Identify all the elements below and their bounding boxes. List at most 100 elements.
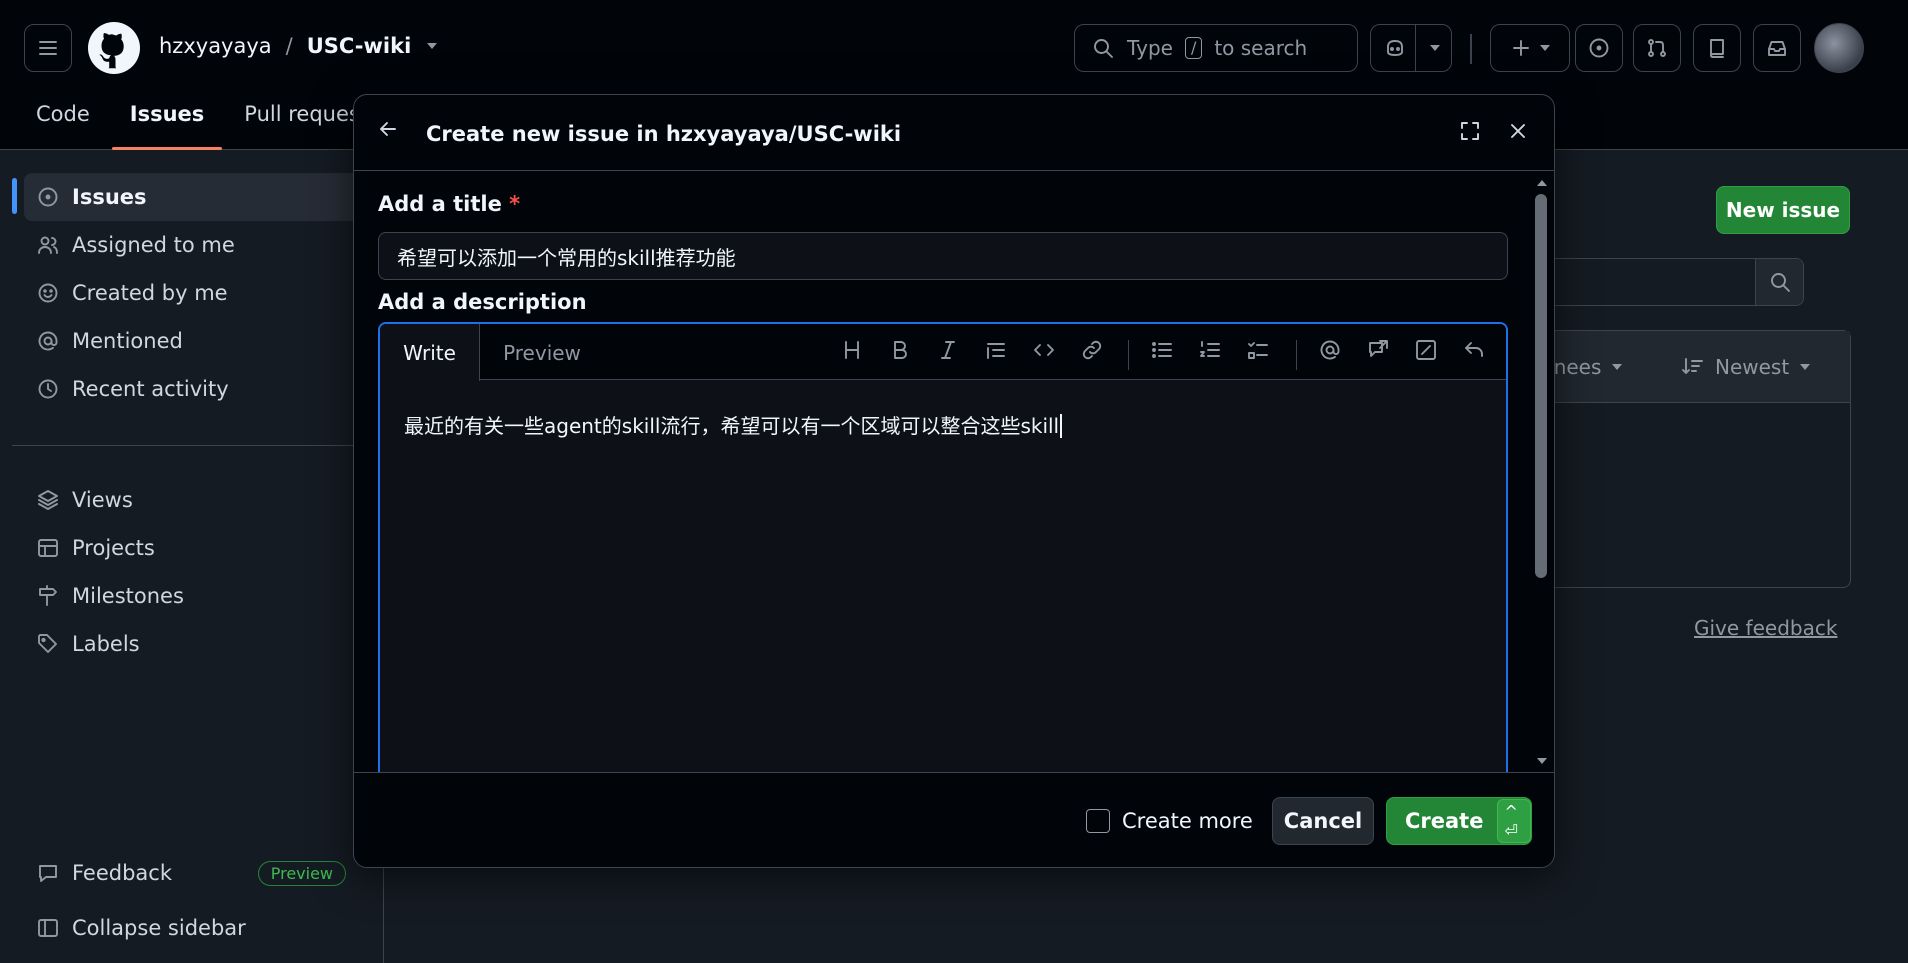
sidebar-item-labels[interactable]: Labels — [24, 620, 384, 668]
new-issue-button[interactable]: New issue — [1716, 186, 1850, 234]
issue-icon — [38, 187, 58, 207]
sidebar-item-milestones[interactable]: Milestones — [24, 572, 384, 620]
bold-button[interactable] — [888, 338, 912, 362]
sidebar-item-label: Mentioned — [72, 329, 183, 353]
repositories-button[interactable] — [1693, 24, 1741, 72]
dialog-scrollbar[interactable] — [1530, 172, 1554, 772]
create-button-label: Create — [1405, 809, 1484, 833]
issues-filter-input[interactable] — [1540, 258, 1804, 306]
sidebar-item-mentioned[interactable]: Mentioned — [24, 317, 384, 365]
sidebar-item-feedback[interactable]: Feedback Preview — [24, 849, 384, 897]
sidebar-item-created[interactable]: Created by me — [24, 269, 384, 317]
give-feedback-link[interactable]: Give feedback — [1694, 616, 1837, 640]
tab-preview[interactable]: Preview — [480, 324, 604, 381]
close-button[interactable] — [1506, 119, 1530, 143]
quote-icon — [987, 343, 1005, 359]
chevron-down-icon[interactable] — [425, 39, 439, 53]
inbox-button[interactable] — [1753, 24, 1801, 72]
close-icon — [1511, 124, 1525, 138]
comment-icon — [39, 865, 57, 882]
your-issues-button[interactable] — [1575, 24, 1623, 72]
create-more-label: Create more — [1122, 809, 1253, 833]
repo-link[interactable]: USC-wiki — [307, 34, 412, 58]
create-more-checkbox[interactable]: Create more — [1086, 809, 1253, 833]
description-label: Add a description — [378, 290, 587, 314]
breadcrumb-separator: / — [285, 34, 293, 58]
chevron-down-icon[interactable] — [1429, 42, 1441, 54]
sort-icon — [1682, 358, 1703, 374]
sidebar-item-label: Views — [72, 488, 133, 512]
dialog-footer: Create more Cancel Create ^ ⏎ — [354, 772, 1554, 867]
collapse-sidebar-button[interactable]: Collapse sidebar — [24, 904, 384, 952]
sidebar-item-views[interactable]: Views — [24, 476, 384, 524]
sidebar-item-label: Created by me — [72, 281, 228, 305]
checkbox-box[interactable] — [1086, 809, 1110, 833]
issue-title-input[interactable]: 希望可以添加一个常用的skill推荐功能 — [378, 232, 1508, 280]
table-icon — [38, 539, 58, 557]
reference-button[interactable] — [1366, 338, 1390, 362]
scrollbar-thumb[interactable] — [1535, 194, 1547, 578]
plus-icon — [1513, 40, 1529, 56]
saved-replies-button[interactable] — [1414, 338, 1438, 362]
sidebar-item-label: Feedback — [72, 861, 173, 885]
search-icon — [1770, 273, 1790, 292]
pull-request-icon — [1648, 39, 1666, 57]
copilot-icon — [1387, 40, 1403, 56]
tab-write[interactable]: Write — [380, 324, 480, 381]
back-button[interactable] — [376, 117, 400, 141]
user-avatar[interactable] — [1814, 23, 1864, 73]
dialog-title: Create new issue in hzxyayaya/USC-wiki — [426, 122, 902, 146]
expand-icon — [1461, 122, 1479, 140]
milestone-icon — [39, 585, 57, 606]
sidebar-item-issues[interactable]: Issues — [24, 173, 384, 221]
sidebar-item-label: Milestones — [72, 584, 184, 608]
bold-icon — [894, 341, 907, 359]
owner-link[interactable]: hzxyayaya — [159, 34, 272, 58]
cancel-button[interactable]: Cancel — [1272, 797, 1374, 845]
sidebar-item-projects[interactable]: Projects — [24, 524, 384, 572]
task-list-icon — [1248, 342, 1268, 359]
task-list-button[interactable] — [1246, 338, 1270, 362]
toolbar-divider — [1128, 340, 1129, 370]
create-new-button[interactable] — [1490, 24, 1570, 72]
sidebar-item-label: Labels — [72, 632, 140, 656]
create-button[interactable]: Create ^ ⏎ — [1386, 797, 1532, 845]
scroll-down-icon[interactable] — [1536, 756, 1548, 766]
mention-icon — [38, 331, 58, 351]
ordered-list-button[interactable] — [1198, 338, 1222, 362]
hamburger-icon — [39, 41, 57, 55]
search-prefix: Type — [1127, 36, 1173, 60]
sidebar-divider — [12, 445, 384, 446]
filter-search-button[interactable] — [1755, 259, 1803, 305]
code-button[interactable] — [1032, 338, 1056, 362]
search-icon — [1094, 39, 1113, 58]
description-textarea[interactable]: 最近的有关一些agent的skill流行，希望可以有一个区域可以整合这些skil… — [404, 410, 1063, 439]
your-pull-requests-button[interactable] — [1633, 24, 1681, 72]
mention-button[interactable] — [1318, 338, 1342, 362]
undo-button[interactable] — [1462, 338, 1486, 362]
quote-button[interactable] — [984, 338, 1008, 362]
sidebar-item-label: Projects — [72, 536, 155, 560]
link-button[interactable] — [1080, 338, 1104, 362]
scroll-up-icon[interactable] — [1536, 178, 1548, 188]
tab-issues[interactable]: Issues — [111, 96, 223, 150]
title-label: Add a title * — [378, 192, 520, 216]
repo-nav: Code Issues Pull requests — [0, 96, 397, 150]
github-logo-icon[interactable] — [88, 22, 140, 74]
copilot-button[interactable] — [1370, 24, 1452, 72]
fullscreen-button[interactable] — [1458, 119, 1482, 143]
repo-icon — [1710, 39, 1724, 58]
italic-button[interactable] — [936, 338, 960, 362]
editor-toolbar: Write Preview — [380, 324, 1506, 381]
sort-dropdown[interactable]: Newest — [1681, 355, 1811, 379]
search-input[interactable]: Type / to search — [1074, 24, 1358, 72]
description-text: 最近的有关一些agent的skill流行，希望可以有一个区域可以整合这些skil… — [404, 414, 1060, 438]
tab-code[interactable]: Code — [18, 96, 108, 150]
sidebar-item-assigned[interactable]: Assigned to me — [24, 221, 384, 269]
menu-button[interactable] — [24, 24, 72, 72]
sidebar-item-recent-activity[interactable]: Recent activity — [24, 365, 384, 413]
unordered-list-button[interactable] — [1150, 338, 1174, 362]
list-unordered-icon — [1152, 342, 1172, 358]
sidebar-item-label: Collapse sidebar — [72, 916, 246, 940]
heading-button[interactable] — [840, 338, 864, 362]
